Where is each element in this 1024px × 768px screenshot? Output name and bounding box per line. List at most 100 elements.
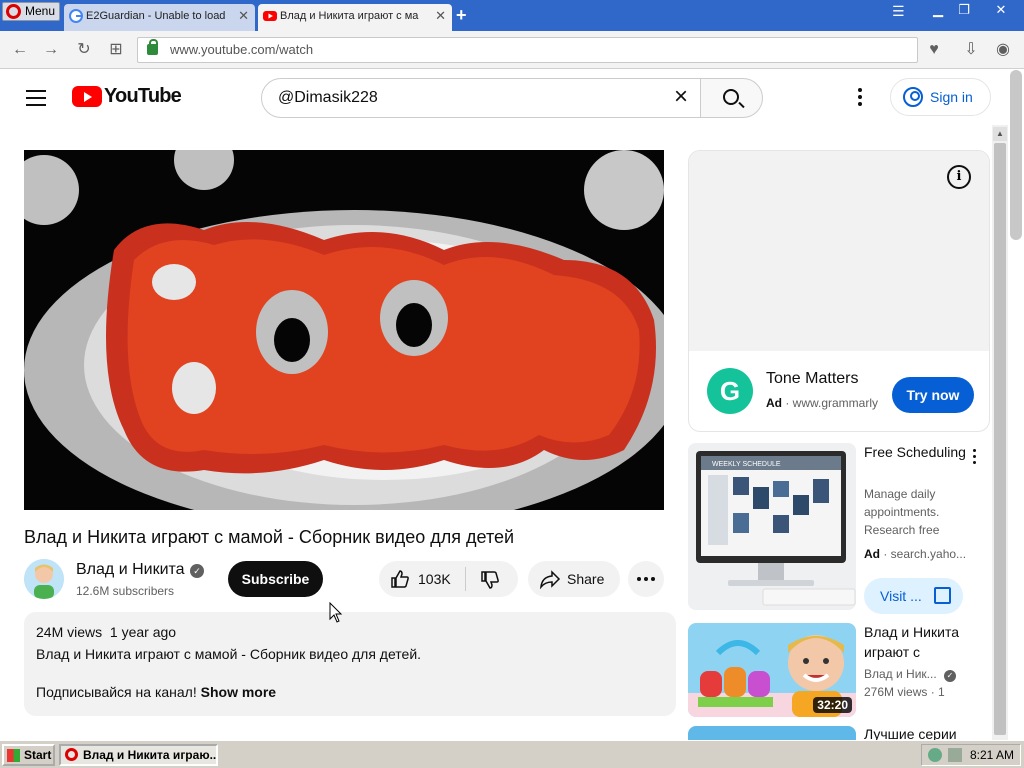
- channel-avatar[interactable]: [24, 559, 64, 599]
- search-icon: [723, 89, 739, 105]
- description-snippet: Подписывайся на канал! Show more: [36, 684, 276, 700]
- forward-icon[interactable]: →: [41, 40, 61, 60]
- tray-network-icon[interactable]: [928, 748, 942, 762]
- rec-more-icon[interactable]: [973, 449, 977, 467]
- youtube-logo-icon[interactable]: [72, 86, 102, 107]
- tab-e2guardian[interactable]: E2Guardian - Unable to load ✕: [64, 4, 255, 31]
- tray-volume-icon[interactable]: [948, 748, 962, 762]
- bookmark-heart-icon[interactable]: ♥: [924, 40, 944, 60]
- reload-icon[interactable]: ↻: [74, 40, 94, 60]
- like-count[interactable]: 103K: [418, 561, 451, 597]
- youtube-logo-text[interactable]: YouTube: [104, 85, 182, 108]
- speed-dial-icon[interactable]: ⊞: [106, 40, 126, 60]
- start-label: Start: [24, 748, 52, 762]
- search-value: @Dimasik228: [278, 89, 378, 106]
- settings-kebab-icon[interactable]: [858, 88, 864, 109]
- ad-badge: Ad: [864, 547, 880, 561]
- task-label: Влад и Никита играю...: [83, 748, 218, 762]
- schedule-thumbnail-image: WEEKLY SCHEDULE: [688, 443, 856, 610]
- thumb-text: WEEKLY SCHEDULE: [712, 461, 781, 468]
- browser-menu-button[interactable]: Menu: [2, 2, 60, 21]
- visit-label: Visit ...: [880, 588, 922, 604]
- tab-youtube[interactable]: Влад и Никита играют с ма ✕: [258, 4, 452, 31]
- video-duration: 32:20: [813, 697, 852, 713]
- youtube-header: YouTube @Dimasik228 × Sign in: [0, 70, 1008, 126]
- video-title: Влад и Никита играют с мамой - Сборник в…: [24, 527, 515, 547]
- verified-icon: ✓: [944, 670, 957, 682]
- menu-label: Menu: [25, 4, 56, 18]
- scroll-up-icon[interactable]: ▲: [993, 127, 1007, 141]
- rec-channel-name[interactable]: Влад и Ник...: [864, 667, 937, 681]
- channel-name[interactable]: Влад и Никита: [76, 561, 185, 579]
- info-icon[interactable]: i: [947, 165, 971, 189]
- back-icon[interactable]: ←: [10, 40, 30, 60]
- taskbar-opera-window[interactable]: Влад и Никита играю...: [59, 744, 218, 766]
- subscribe-button[interactable]: Subscribe: [228, 561, 323, 597]
- search-input[interactable]: @Dimasik228 ×: [261, 78, 701, 118]
- rec-thumbnail[interactable]: [688, 726, 856, 740]
- download-icon[interactable]: ⇩: [961, 40, 981, 60]
- address-bar[interactable]: www.youtube.com/watch: [137, 37, 918, 63]
- like-divider: [465, 567, 466, 591]
- youtube-icon: [263, 11, 277, 21]
- page-scroll-thumb[interactable]: [994, 143, 1006, 735]
- external-link-icon: [934, 587, 951, 604]
- rec-title[interactable]: Лучшие серии: [864, 724, 976, 740]
- description-text: Влад и Никита играют с мамой - Сборник в…: [36, 646, 422, 662]
- window-scroll-thumb[interactable]: [1010, 70, 1022, 240]
- thumbs-down-icon[interactable]: [480, 570, 500, 590]
- rec-extra: 1: [938, 685, 945, 699]
- video-meta: 24M views 1 year ago: [36, 624, 664, 640]
- more-actions-button[interactable]: [628, 561, 664, 597]
- clock: 8:21 AM: [970, 748, 1015, 762]
- close-tab-icon[interactable]: ✕: [238, 4, 249, 28]
- ad-meta: Ad · www.grammarly: [766, 396, 879, 410]
- rec-view-count: 276M views: [864, 685, 928, 699]
- try-now-button[interactable]: Try now: [892, 377, 974, 413]
- rec-domain: search.yaho...: [890, 547, 967, 561]
- clear-search-icon[interactable]: ×: [670, 85, 692, 109]
- close-tab-icon[interactable]: ✕: [435, 4, 446, 28]
- lock-icon: [147, 39, 158, 55]
- rec-title[interactable]: Влад и Никита играют с: [864, 622, 976, 662]
- like-dislike-group: 103K: [379, 561, 518, 597]
- minimize-icon[interactable]: ▁: [927, 3, 949, 19]
- sign-in-label: Sign in: [930, 89, 973, 105]
- tab-list-icon[interactable]: ☰: [892, 3, 905, 20]
- hamburger-menu-icon[interactable]: [26, 90, 46, 106]
- thumbs-up-icon[interactable]: [390, 569, 410, 589]
- search-button[interactable]: [700, 78, 763, 118]
- rec-ad-meta: Ad · search.yaho...: [864, 547, 967, 561]
- channel-avatar-image: [24, 559, 64, 599]
- new-tab-icon[interactable]: +: [456, 5, 467, 25]
- share-icon: [540, 570, 561, 589]
- description-line2: Подписывайся на канал!: [36, 684, 197, 700]
- verified-icon: ✓: [190, 564, 204, 578]
- url-text: www.youtube.com/watch: [170, 42, 314, 57]
- share-label: Share: [567, 571, 605, 587]
- grammarly-logo: G: [707, 368, 753, 414]
- rec-thumbnail[interactable]: 32:20: [688, 623, 856, 717]
- account-icon[interactable]: ◉: [993, 40, 1013, 60]
- google-icon: [69, 9, 83, 23]
- share-button[interactable]: Share: [528, 561, 620, 597]
- close-window-icon[interactable]: ✕: [990, 3, 1012, 19]
- rec-title[interactable]: Free Scheduling: [864, 442, 976, 462]
- maximize-icon[interactable]: ❐: [953, 3, 975, 19]
- visit-site-button[interactable]: Visit ...: [864, 578, 963, 614]
- rec-thumbnail[interactable]: WEEKLY SCHEDULE: [688, 443, 856, 610]
- rec-channel: Влад и Ник... ✓: [864, 665, 968, 683]
- ad-badge: Ad: [766, 396, 782, 410]
- description-box[interactable]: 24M views 1 year ago Влад и Никита играю…: [24, 612, 676, 716]
- rec-description: Manage daily appointments. Research free: [864, 487, 940, 537]
- system-tray: 8:21 AM: [921, 744, 1021, 766]
- ad-card[interactable]: i G Tone Matters Ad · www.grammarly Try …: [688, 150, 990, 432]
- opera-icon: [65, 748, 78, 761]
- view-count: 24M views: [36, 624, 103, 640]
- video-player[interactable]: [24, 150, 664, 510]
- ad-media: [689, 151, 989, 351]
- start-button[interactable]: Start: [2, 744, 55, 766]
- sign-in-button[interactable]: Sign in: [890, 78, 991, 116]
- show-more-link[interactable]: Show more: [201, 684, 276, 700]
- ad-title: Tone Matters: [766, 370, 859, 387]
